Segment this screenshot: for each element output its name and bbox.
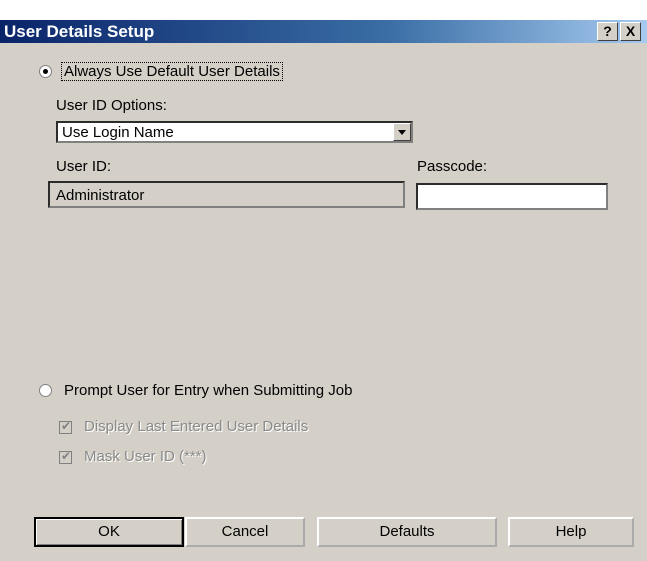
top-margin-strip bbox=[0, 0, 647, 20]
mask-user-id-label: Mask User ID (***) bbox=[84, 448, 207, 465]
cancel-button[interactable]: Cancel bbox=[185, 517, 305, 547]
help-button[interactable]: Help bbox=[508, 517, 634, 547]
ok-button[interactable]: OK bbox=[34, 517, 184, 547]
user-id-field: Administrator bbox=[48, 181, 405, 208]
checkmark-icon: ✔ bbox=[61, 419, 72, 433]
chevron-down-icon[interactable] bbox=[393, 123, 411, 141]
display-last-checkbox: ✔ bbox=[59, 419, 72, 434]
user-id-label: User ID: bbox=[56, 158, 112, 175]
prompt-user-label[interactable]: Prompt User for Entry when Submitting Jo… bbox=[64, 382, 352, 399]
window-title: User Details Setup bbox=[4, 22, 155, 41]
help-question-button[interactable]: ? bbox=[597, 22, 618, 41]
always-default-radio[interactable] bbox=[39, 65, 52, 78]
defaults-button[interactable]: Defaults bbox=[317, 517, 497, 547]
mask-user-id-checkbox: ✔ bbox=[59, 449, 72, 464]
checkmark-icon: ✔ bbox=[61, 449, 72, 463]
display-last-label: Display Last Entered User Details bbox=[84, 418, 309, 435]
title-bar[interactable]: User Details Setup ? X bbox=[0, 20, 647, 43]
always-default-label[interactable]: Always Use Default User Details bbox=[61, 62, 283, 81]
user-id-options-value: Use Login Name bbox=[62, 124, 174, 141]
user-id-options-label: User ID Options: bbox=[56, 97, 167, 114]
passcode-label: Passcode: bbox=[417, 158, 488, 175]
radio-selected-dot bbox=[43, 69, 48, 74]
close-button[interactable]: X bbox=[620, 22, 641, 41]
user-id-options-select[interactable]: Use Login Name bbox=[56, 121, 413, 143]
prompt-user-radio[interactable] bbox=[39, 384, 52, 397]
user-details-dialog: User Details Setup ? X Always Use Defaul… bbox=[0, 0, 647, 561]
passcode-field[interactable] bbox=[416, 183, 608, 210]
